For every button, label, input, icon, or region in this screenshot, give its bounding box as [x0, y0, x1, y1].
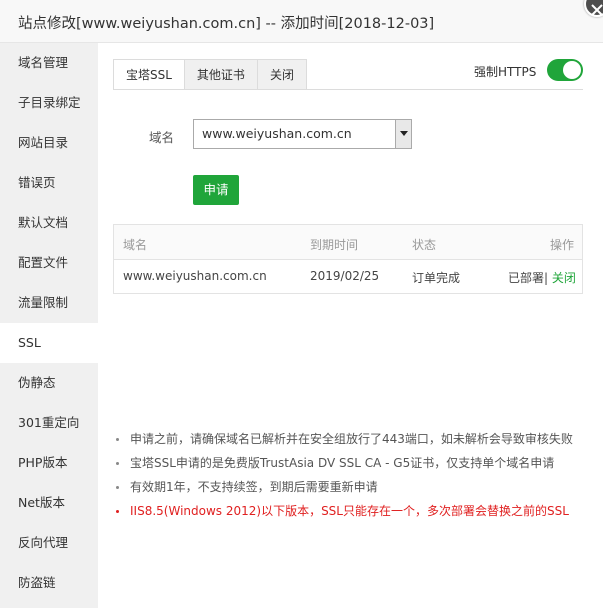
toggle-knob — [563, 61, 581, 79]
sidebar-item-ssl[interactable]: SSL — [0, 323, 98, 363]
note-text: IIS8.5(Windows 2012)以下版本，SSL只能存在一个，多次部署会… — [130, 504, 569, 518]
dropdown-arrow-button[interactable] — [395, 120, 411, 148]
note-text: 宝塔SSL申请的是免费版TrustAsia DV SSL CA - G5证书，仅… — [130, 456, 555, 470]
force-https-label: 强制HTTPS — [474, 65, 537, 79]
domain-label: 域名 — [149, 130, 175, 145]
domain-select[interactable]: www.weiyushan.com.cn — [193, 119, 412, 149]
cell-expire: 2019/02/25 — [310, 269, 380, 283]
domain-select-value: www.weiyushan.com.cn — [202, 126, 352, 141]
tab-bt-ssl[interactable]: 宝塔SSL — [113, 59, 185, 90]
sidebar-item-php-version[interactable]: PHP版本 — [0, 443, 98, 483]
bullet-icon — [116, 510, 119, 513]
table-row: www.weiyushan.com.cn 2019/02/25 订单完成 已部署… — [114, 260, 582, 294]
chevron-down-icon — [400, 131, 408, 136]
list-item-warning: IIS8.5(Windows 2012)以下版本，SSL只能存在一个，多次部署会… — [115, 503, 573, 527]
window-title: 站点修改[www.weiyushan.com.cn] -- 添加时间[2018-… — [18, 16, 435, 32]
sidebar-item-domain-management[interactable]: 域名管理 — [0, 43, 98, 83]
sidebar-item-traffic-limit[interactable]: 流量限制 — [0, 283, 98, 323]
bullet-icon — [116, 438, 119, 441]
sidebar-item-pseudo-static[interactable]: 伪静态 — [0, 363, 98, 403]
list-item: 申请之前，请确保域名已解析并在安全组放行了443端口，如未解析会导致审核失败 — [115, 431, 573, 455]
note-text: 有效期1年，不支持续签，到期后需要重新申请 — [130, 480, 378, 494]
sidebar-item-subdirectory-binding[interactable]: 子目录绑定 — [0, 83, 98, 123]
cell-domain: www.weiyushan.com.cn — [123, 269, 267, 283]
sidebar-item-error-page[interactable]: 错误页 — [0, 163, 98, 203]
column-header-status: 状态 — [412, 238, 437, 252]
bullet-icon — [116, 486, 119, 489]
note-text: 申请之前，请确保域名已解析并在安全组放行了443端口，如未解析会导致审核失败 — [130, 432, 573, 446]
column-header-domain: 域名 — [123, 238, 148, 252]
window-titlebar: 站点修改[www.weiyushan.com.cn] -- 添加时间[2018-… — [0, 0, 603, 43]
tab-close[interactable]: 关闭 — [256, 59, 307, 90]
column-header-expire: 到期时间 — [310, 238, 359, 252]
list-item: 有效期1年，不支持续签，到期后需要重新申请 — [115, 479, 573, 503]
sidebar-item-reverse-proxy[interactable]: 反向代理 — [0, 523, 98, 563]
cell-action: 已部署| 关闭 — [508, 269, 576, 286]
ssl-tabs: 宝塔SSL 其他证书 关闭 — [113, 59, 307, 90]
sidebar-item-301-redirect[interactable]: 301重定向 — [0, 403, 98, 443]
close-ssl-link[interactable]: 关闭 — [552, 271, 576, 285]
force-https-toggle[interactable] — [547, 59, 583, 81]
deployed-text: 已部署 — [508, 271, 545, 285]
sidebar-item-default-document[interactable]: 默认文档 — [0, 203, 98, 243]
table-header: 域名 到期时间 状态 操作 — [114, 225, 582, 260]
apply-button[interactable]: 申请 — [193, 175, 239, 205]
bullet-icon — [116, 462, 119, 465]
close-icon — [591, 4, 603, 16]
action-separator: | — [544, 271, 549, 285]
column-header-action: 操作 — [550, 238, 575, 252]
cert-table: 域名 到期时间 状态 操作 www.weiyushan.com.cn 2019/… — [113, 224, 583, 294]
sidebar-item-config-file[interactable]: 配置文件 — [0, 243, 98, 283]
sidebar-item-net-version[interactable]: Net版本 — [0, 483, 98, 523]
tab-divider — [113, 89, 583, 90]
settings-sidebar: 域名管理 子目录绑定 网站目录 错误页 默认文档 配置文件 流量限制 SSL 伪… — [0, 43, 98, 608]
sidebar-item-hotlink-protection[interactable]: 防盗链 — [0, 563, 98, 603]
cell-status: 订单完成 — [412, 271, 461, 285]
sidebar-item-site-directory[interactable]: 网站目录 — [0, 123, 98, 163]
tab-other-cert[interactable]: 其他证书 — [183, 59, 258, 90]
ssl-notes: 申请之前，请确保域名已解析并在安全组放行了443端口，如未解析会导致审核失败 宝… — [115, 431, 573, 527]
list-item: 宝塔SSL申请的是免费版TrustAsia DV SSL CA - G5证书，仅… — [115, 455, 573, 479]
